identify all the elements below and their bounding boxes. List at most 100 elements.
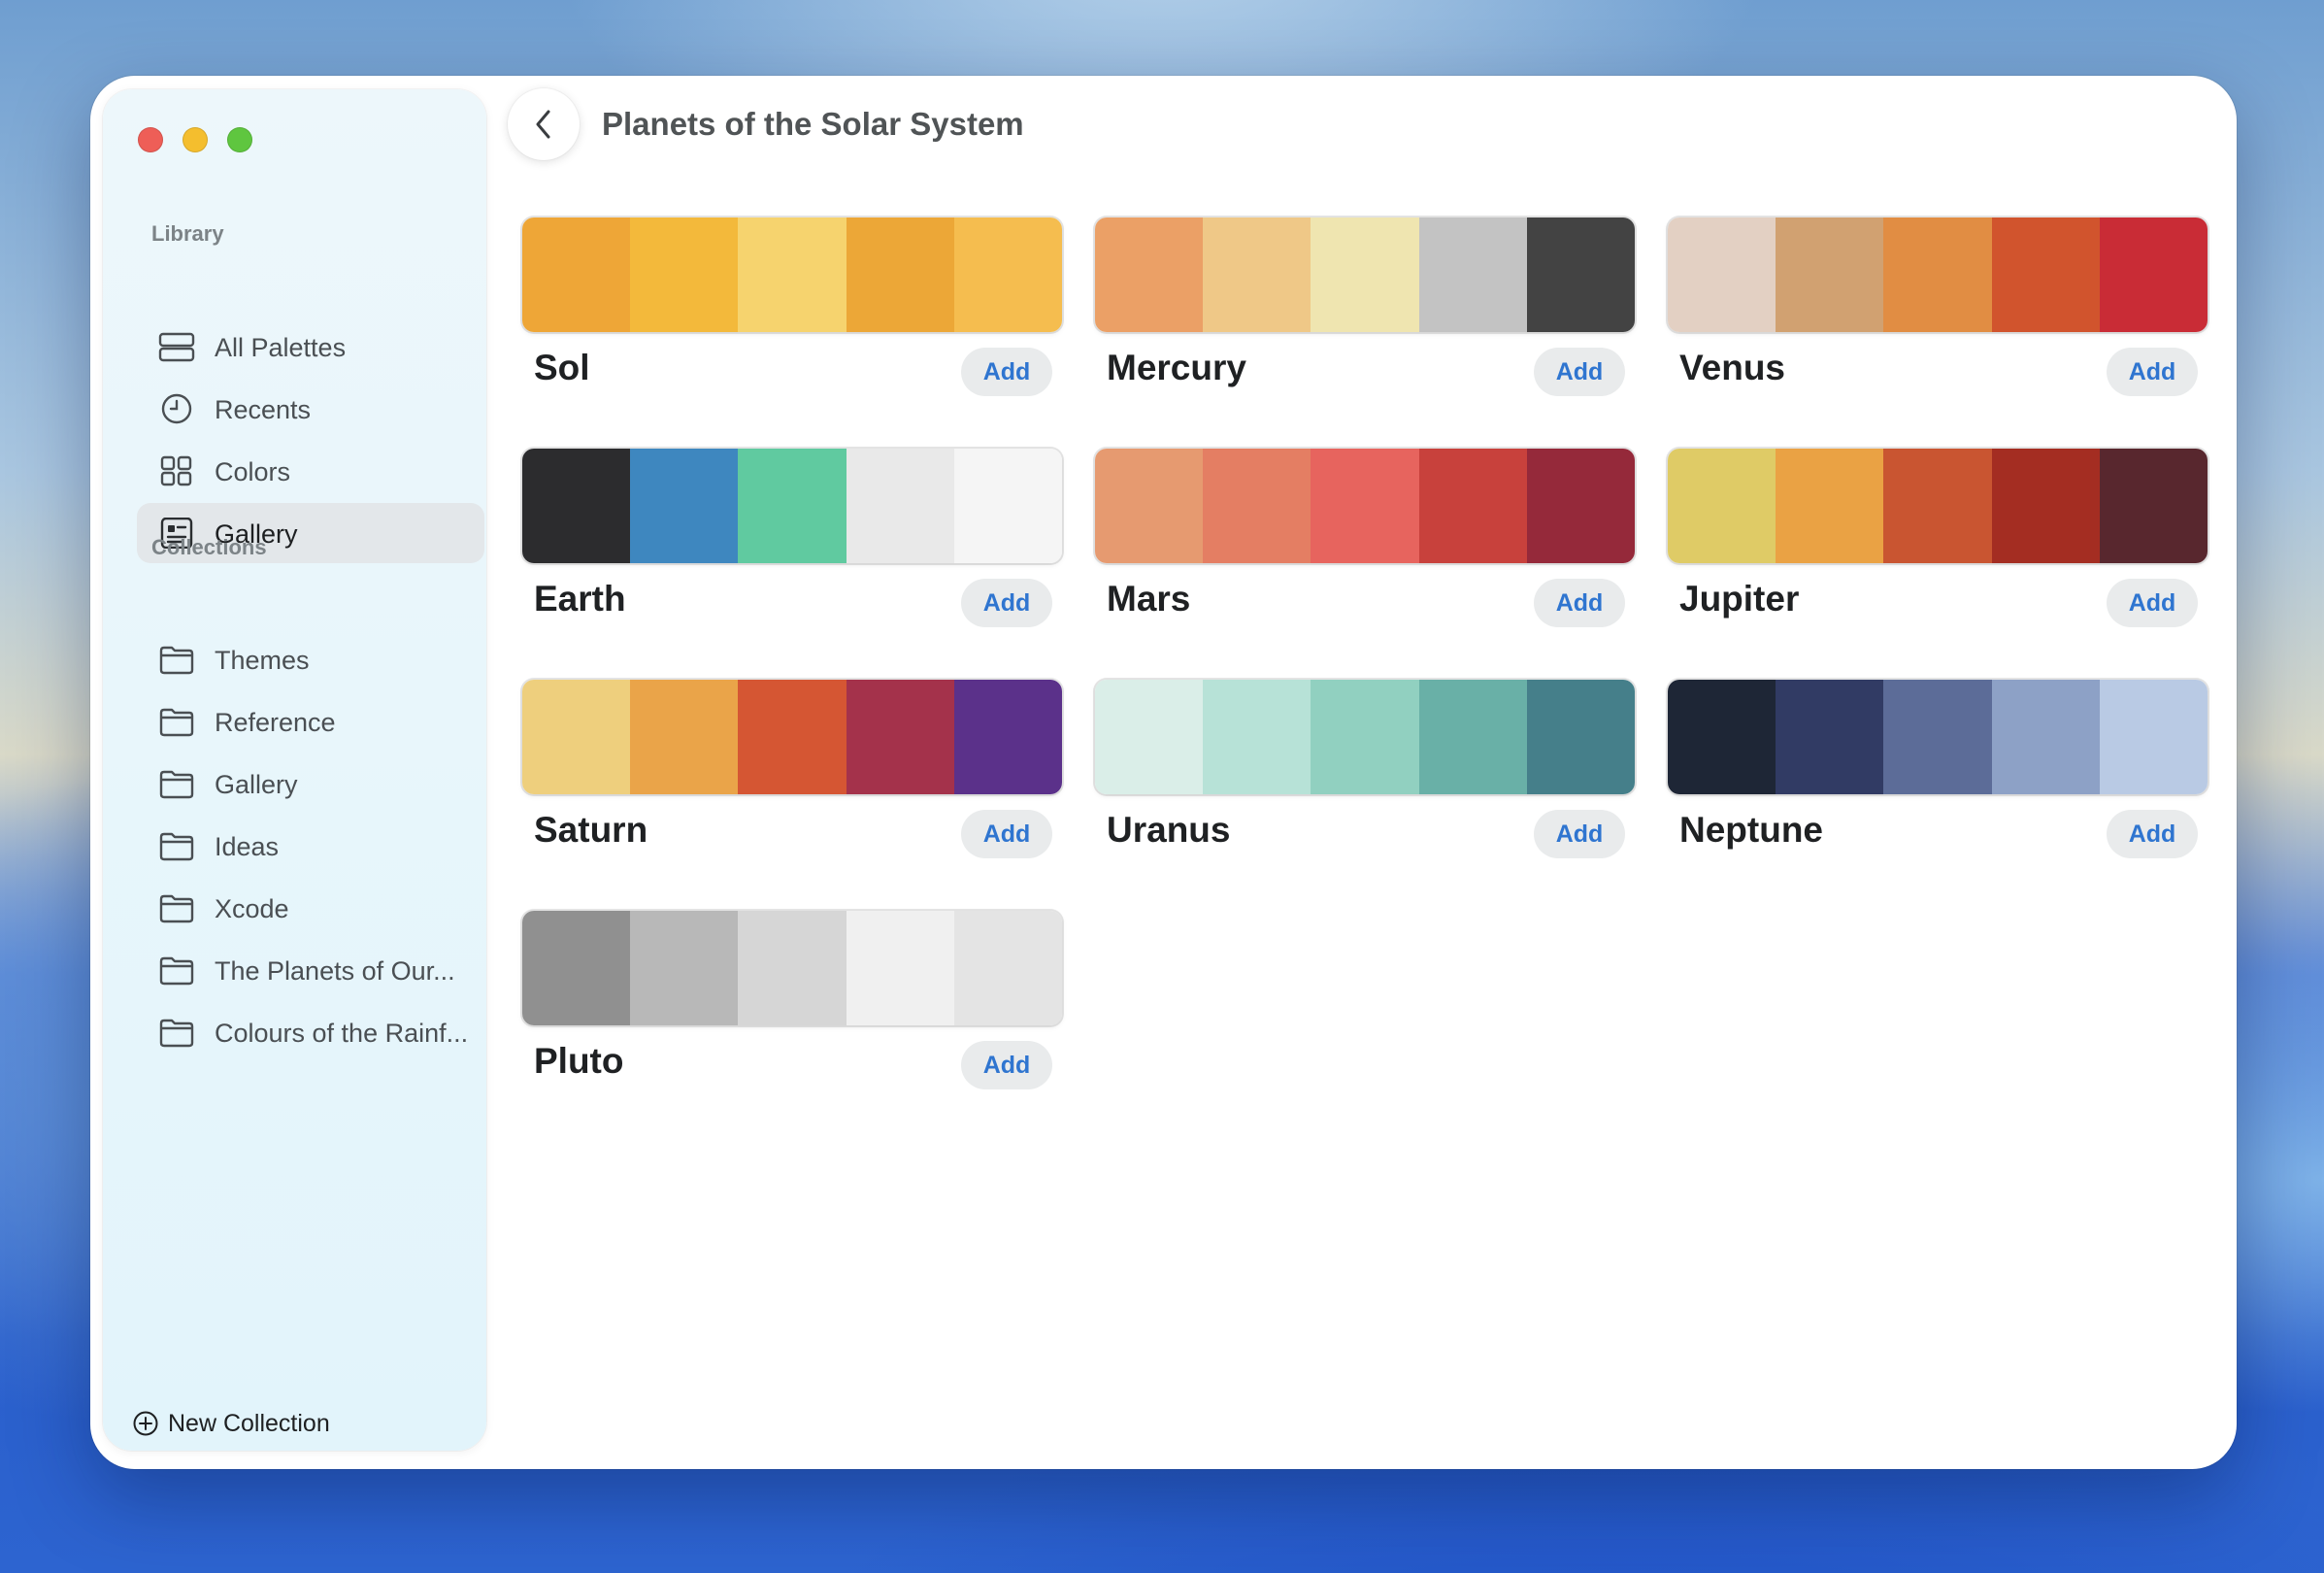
color-swatch[interactable]: [1203, 449, 1311, 563]
color-swatch[interactable]: [522, 911, 631, 1025]
sidebar-item-ideas[interactable]: Ideas: [137, 816, 484, 876]
color-swatch[interactable]: [2099, 449, 2208, 563]
palette-swatches[interactable]: [1095, 218, 1635, 332]
app-window: Library All Palettes Recents Colors Gall…: [90, 76, 2237, 1469]
add-palette-button[interactable]: Add: [2107, 579, 2198, 627]
palette-card[interactable]: Venus Add: [1668, 218, 2209, 406]
palette-card[interactable]: Sol Add: [522, 218, 1064, 406]
palette-card[interactable]: Pluto Add: [522, 911, 1064, 1099]
color-swatch[interactable]: [1776, 449, 1884, 563]
color-swatch[interactable]: [1418, 680, 1527, 794]
sidebar-item-reference[interactable]: Reference: [137, 691, 484, 752]
color-swatch[interactable]: [953, 680, 1062, 794]
color-swatch[interactable]: [1203, 218, 1311, 332]
color-swatch[interactable]: [1311, 680, 1419, 794]
sidebar-item-rainforest-collection[interactable]: Colours of the Rainf...: [137, 1002, 484, 1062]
minimize-window-button[interactable]: [183, 127, 208, 152]
back-button[interactable]: [508, 88, 580, 160]
color-swatch[interactable]: [953, 911, 1062, 1025]
color-swatch[interactable]: [846, 680, 954, 794]
color-swatch[interactable]: [953, 218, 1062, 332]
color-swatch[interactable]: [738, 218, 847, 332]
palette-card[interactable]: Mercury Add: [1095, 218, 1637, 406]
color-swatch[interactable]: [738, 911, 847, 1025]
color-swatch[interactable]: [1883, 449, 1992, 563]
add-palette-button[interactable]: Add: [961, 348, 1052, 396]
palette-card[interactable]: Mars Add: [1095, 449, 1637, 637]
color-swatch[interactable]: [953, 449, 1062, 563]
sidebar-item-recents[interactable]: Recents: [137, 379, 484, 439]
color-swatch[interactable]: [1418, 218, 1527, 332]
color-swatch[interactable]: [1095, 680, 1204, 794]
color-swatch[interactable]: [1883, 680, 1992, 794]
color-swatch[interactable]: [1526, 449, 1635, 563]
sidebar-item-all-palettes[interactable]: All Palettes: [137, 317, 484, 377]
color-swatch[interactable]: [1776, 218, 1884, 332]
zoom-window-button[interactable]: [227, 127, 252, 152]
add-palette-button[interactable]: Add: [2107, 348, 2198, 396]
color-swatch[interactable]: [846, 911, 954, 1025]
palette-swatches[interactable]: [522, 218, 1062, 332]
color-swatch[interactable]: [1668, 449, 1776, 563]
color-swatch[interactable]: [738, 449, 847, 563]
palette-card[interactable]: Saturn Add: [522, 680, 1064, 868]
grid-icon: [160, 455, 192, 486]
palette-swatches[interactable]: [1668, 680, 2208, 794]
color-swatch[interactable]: [522, 680, 631, 794]
color-swatch[interactable]: [846, 449, 954, 563]
palette-name: Uranus: [1107, 810, 1231, 850]
color-swatch[interactable]: [522, 449, 631, 563]
palette-swatches[interactable]: [1668, 449, 2208, 563]
sidebar-item-colors[interactable]: Colors: [137, 441, 484, 501]
color-swatch[interactable]: [630, 218, 739, 332]
color-swatch[interactable]: [630, 680, 739, 794]
palette-swatches[interactable]: [522, 911, 1062, 1025]
sidebar-item-xcode[interactable]: Xcode: [137, 878, 484, 938]
add-palette-button[interactable]: Add: [961, 579, 1052, 627]
color-swatch[interactable]: [2099, 218, 2208, 332]
color-swatch[interactable]: [1418, 449, 1527, 563]
color-swatch[interactable]: [1311, 449, 1419, 563]
palette-card[interactable]: Neptune Add: [1668, 680, 2209, 868]
color-swatch[interactable]: [1991, 449, 2100, 563]
sidebar-item-themes[interactable]: Themes: [137, 629, 484, 689]
color-swatch[interactable]: [2099, 680, 2208, 794]
palette-swatches[interactable]: [522, 449, 1062, 563]
color-swatch[interactable]: [1095, 218, 1204, 332]
color-swatch[interactable]: [522, 218, 631, 332]
color-swatch[interactable]: [738, 680, 847, 794]
sidebar-item-planets-collection[interactable]: The Planets of Our...: [137, 940, 484, 1000]
add-palette-button[interactable]: Add: [1534, 348, 1625, 396]
color-swatch[interactable]: [630, 449, 739, 563]
color-swatch[interactable]: [1203, 680, 1311, 794]
add-palette-button[interactable]: Add: [2107, 810, 2198, 858]
close-window-button[interactable]: [138, 127, 163, 152]
color-swatch[interactable]: [1883, 218, 1992, 332]
add-palette-button[interactable]: Add: [1534, 579, 1625, 627]
color-swatch[interactable]: [1776, 680, 1884, 794]
color-swatch[interactable]: [1311, 218, 1419, 332]
palette-card[interactable]: Uranus Add: [1095, 680, 1637, 868]
color-swatch[interactable]: [1526, 680, 1635, 794]
add-palette-button[interactable]: Add: [961, 1041, 1052, 1089]
palette-swatches[interactable]: [1095, 680, 1635, 794]
color-swatch[interactable]: [1991, 218, 2100, 332]
new-collection-button[interactable]: New Collection: [132, 1408, 330, 1439]
palette-swatches[interactable]: [1668, 218, 2208, 332]
color-swatch[interactable]: [630, 911, 739, 1025]
sidebar-item-gallery-collection[interactable]: Gallery: [137, 753, 484, 814]
color-swatch[interactable]: [1668, 680, 1776, 794]
folder-icon: [159, 956, 194, 986]
palette-card[interactable]: Jupiter Add: [1668, 449, 2209, 637]
color-swatch[interactable]: [1991, 680, 2100, 794]
palette-card[interactable]: Earth Add: [522, 449, 1064, 637]
color-swatch[interactable]: [846, 218, 954, 332]
chevron-left-icon: [536, 110, 550, 139]
add-palette-button[interactable]: Add: [1534, 810, 1625, 858]
color-swatch[interactable]: [1526, 218, 1635, 332]
palette-swatches[interactable]: [522, 680, 1062, 794]
color-swatch[interactable]: [1095, 449, 1204, 563]
palette-swatches[interactable]: [1095, 449, 1635, 563]
add-palette-button[interactable]: Add: [961, 810, 1052, 858]
color-swatch[interactable]: [1668, 218, 1776, 332]
